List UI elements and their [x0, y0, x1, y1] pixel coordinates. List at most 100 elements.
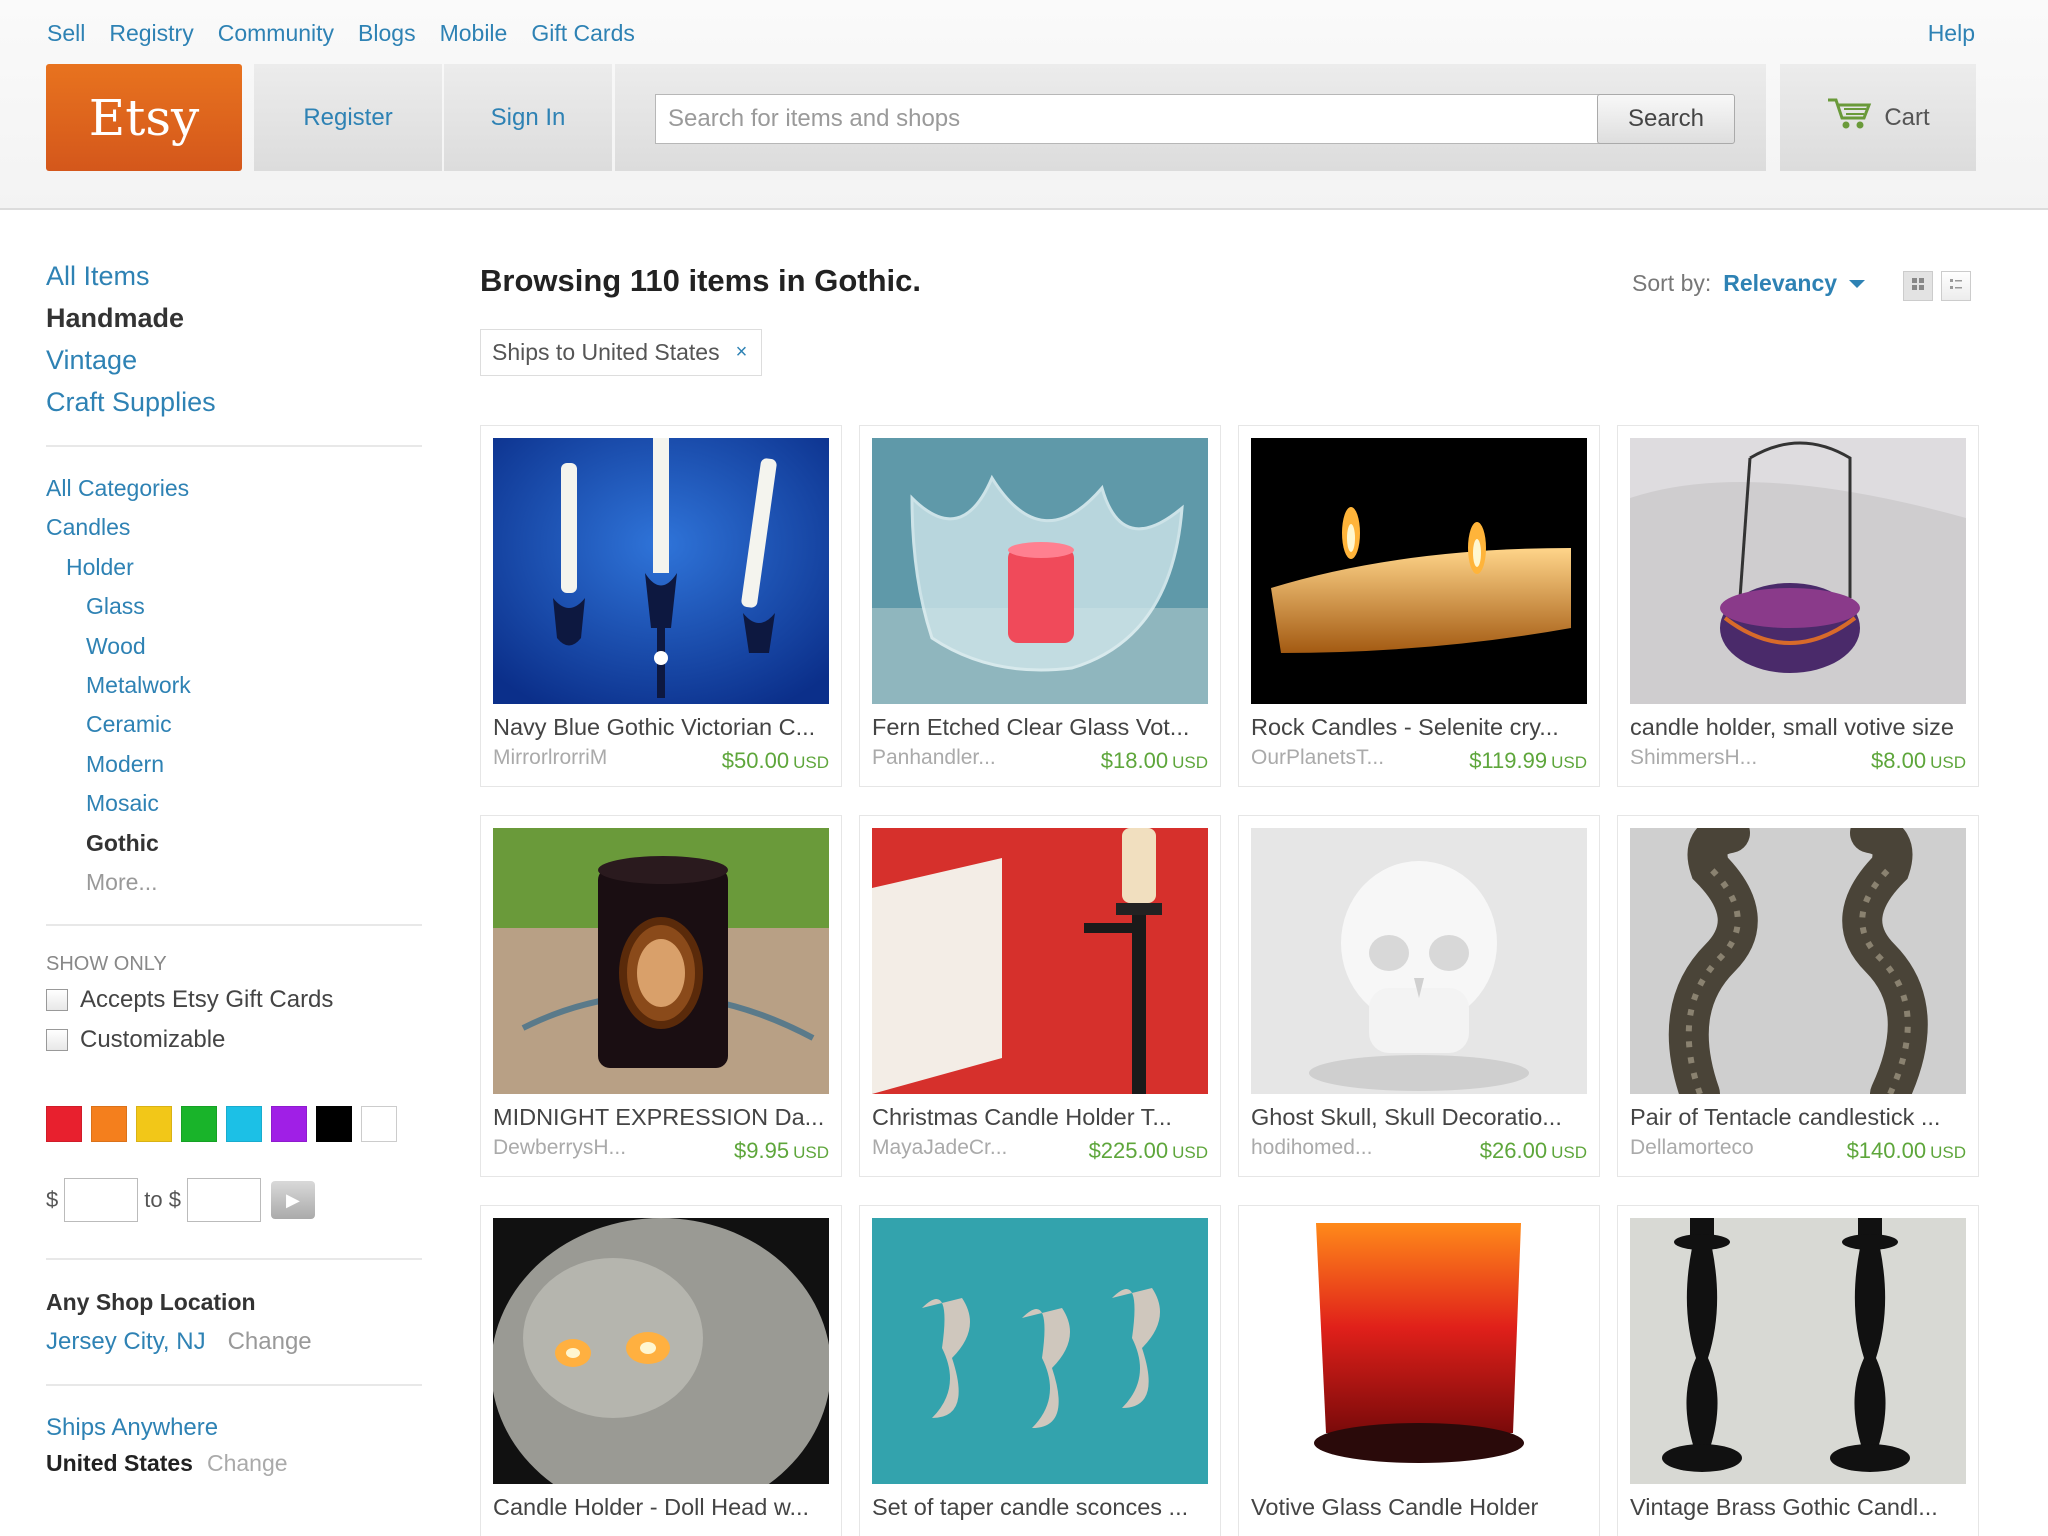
category-link[interactable]: Metalwork: [46, 666, 426, 705]
product-title[interactable]: MIDNIGHT EXPRESSION Da...: [493, 1104, 831, 1131]
ships-change-link[interactable]: Change: [207, 1448, 288, 1478]
cart-button[interactable]: Cart: [1780, 64, 1976, 171]
search-button[interactable]: Search: [1597, 94, 1735, 144]
product-image[interactable]: [1630, 1218, 1966, 1484]
product-card[interactable]: Vintage Brass Gothic Candl...: [1617, 1205, 1979, 1536]
product-title[interactable]: candle holder, small votive size: [1630, 714, 1968, 741]
register-button[interactable]: Register: [254, 64, 442, 171]
color-swatch[interactable]: [136, 1106, 172, 1143]
price-go-button[interactable]: ▶: [270, 1181, 315, 1220]
grid-view-button[interactable]: [1903, 271, 1933, 301]
shop-name[interactable]: DewberrysH...: [493, 1136, 663, 1160]
filter-chip-label: Ships to United States: [492, 339, 720, 365]
product-image[interactable]: [872, 828, 1208, 1094]
product-image[interactable]: [1251, 828, 1587, 1094]
remove-filter-icon[interactable]: ×: [736, 341, 748, 364]
filter-gift-cards[interactable]: Accepts Etsy Gift Cards: [46, 980, 426, 1020]
category-link[interactable]: All Categories: [46, 469, 426, 508]
location-city[interactable]: Jersey City, NJ: [46, 1322, 206, 1362]
topnav-community[interactable]: Community: [218, 20, 334, 47]
topnav-sell[interactable]: Sell: [47, 20, 85, 47]
product-image[interactable]: [493, 438, 829, 704]
category-link[interactable]: Holder: [46, 548, 426, 587]
product-image[interactable]: [872, 1218, 1208, 1484]
shop-name[interactable]: Dellamorteco: [1630, 1136, 1800, 1160]
list-view-button[interactable]: [1941, 271, 1971, 301]
topnav-registry[interactable]: Registry: [109, 20, 193, 47]
product-card[interactable]: Rock Candles - Selenite cry... OurPlanets…: [1238, 425, 1600, 787]
product-title[interactable]: Set of taper candle sconces ...: [872, 1494, 1210, 1521]
category-link[interactable]: More...: [46, 863, 426, 902]
caret-down-icon[interactable]: [1849, 279, 1866, 288]
color-swatch[interactable]: [226, 1106, 262, 1143]
product-card[interactable]: Set of taper candle sconces ...: [859, 1205, 1221, 1536]
market-link-1[interactable]: Handmade: [46, 297, 426, 339]
product-image[interactable]: [493, 1218, 829, 1484]
product-title[interactable]: Fern Etched Clear Glass Vot...: [872, 714, 1210, 741]
color-swatch[interactable]: [271, 1106, 307, 1143]
etsy-logo[interactable]: Etsy: [46, 64, 242, 171]
top-nav: Sell Registry Community Blogs Mobile Gif…: [47, 20, 635, 47]
sort-dropdown[interactable]: Relevancy: [1723, 270, 1837, 297]
category-link[interactable]: Wood: [46, 627, 426, 666]
product-image[interactable]: [1251, 438, 1587, 704]
price-min-input[interactable]: [64, 1178, 139, 1223]
topnav-blogs[interactable]: Blogs: [358, 20, 416, 47]
search-input[interactable]: [655, 94, 1603, 144]
product-image[interactable]: [1630, 828, 1966, 1094]
shop-name[interactable]: MayaJadeCr...: [872, 1136, 1042, 1160]
sign-in-button[interactable]: Sign In: [444, 64, 612, 171]
color-swatch[interactable]: [316, 1106, 352, 1143]
category-link[interactable]: Gothic: [46, 824, 426, 863]
shop-name[interactable]: hodihomed...: [1251, 1136, 1421, 1160]
color-swatch[interactable]: [46, 1106, 82, 1143]
category-link[interactable]: Candles: [46, 508, 426, 547]
color-swatch[interactable]: [91, 1106, 127, 1143]
product-card[interactable]: candle holder, small votive size Shimmers…: [1617, 425, 1979, 787]
product-card[interactable]: Christmas Candle Holder T... MayaJadeCr..…: [859, 815, 1221, 1177]
product-card[interactable]: Pair of Tentacle candlestick ... Dellamor…: [1617, 815, 1979, 1177]
product-card[interactable]: Fern Etched Clear Glass Vot... Panhandler…: [859, 425, 1221, 787]
product-image[interactable]: [493, 828, 829, 1094]
product-title[interactable]: Vintage Brass Gothic Candl...: [1630, 1494, 1968, 1521]
market-link-0[interactable]: All Items: [46, 255, 426, 297]
product-image[interactable]: [872, 438, 1208, 704]
shop-name[interactable]: OurPlanetsT...: [1251, 746, 1421, 770]
product-title[interactable]: Navy Blue Gothic Victorian C...: [493, 714, 831, 741]
product-image[interactable]: [1251, 1218, 1587, 1484]
shop-name[interactable]: MirrorlrorriM: [493, 746, 663, 770]
ships-country: United States: [46, 1450, 193, 1477]
help-link[interactable]: Help: [1928, 20, 1975, 47]
category-link[interactable]: Ceramic: [46, 705, 426, 744]
product-title[interactable]: Ghost Skull, Skull Decoratio...: [1251, 1104, 1589, 1131]
topnav-mobile[interactable]: Mobile: [440, 20, 508, 47]
market-link-2[interactable]: Vintage: [46, 339, 426, 381]
product-card[interactable]: MIDNIGHT EXPRESSION Da... DewberrysH... $9…: [480, 815, 842, 1177]
category-link[interactable]: Modern: [46, 745, 426, 784]
product-title[interactable]: Christmas Candle Holder T...: [872, 1104, 1210, 1131]
product-title[interactable]: Candle Holder - Doll Head w...: [493, 1494, 831, 1521]
product-title[interactable]: Pair of Tentacle candlestick ...: [1630, 1104, 1968, 1131]
filter-customizable[interactable]: Customizable: [46, 1020, 426, 1060]
category-link[interactable]: Glass: [46, 587, 426, 626]
ships-anywhere-link[interactable]: Ships Anywhere: [46, 1408, 426, 1448]
market-link-3[interactable]: Craft Supplies: [46, 381, 426, 423]
shop-name[interactable]: ShimmersH...: [1630, 746, 1800, 770]
product-title[interactable]: Votive Glass Candle Holder: [1251, 1494, 1589, 1521]
color-swatch[interactable]: [181, 1106, 217, 1143]
product-card[interactable]: Candle Holder - Doll Head w...: [480, 1205, 842, 1536]
product-card[interactable]: Navy Blue Gothic Victorian C... Mirrorlro…: [480, 425, 842, 787]
product-card[interactable]: Ghost Skull, Skull Decoratio... hodihomed…: [1238, 815, 1600, 1177]
category-link[interactable]: Mosaic: [46, 784, 426, 823]
product-title[interactable]: Rock Candles - Selenite cry...: [1251, 714, 1589, 741]
checkbox[interactable]: [46, 1029, 68, 1052]
price-value: $26.00: [1479, 1138, 1548, 1163]
product-image[interactable]: [1630, 438, 1966, 704]
color-swatch[interactable]: [361, 1106, 397, 1143]
topnav-gift-cards[interactable]: Gift Cards: [531, 20, 635, 47]
price-max-input[interactable]: [186, 1178, 261, 1223]
checkbox[interactable]: [46, 989, 68, 1012]
location-change-link[interactable]: Change: [228, 1322, 312, 1362]
product-card[interactable]: Votive Glass Candle Holder: [1238, 1205, 1600, 1536]
shop-name[interactable]: Panhandler...: [872, 746, 1042, 770]
